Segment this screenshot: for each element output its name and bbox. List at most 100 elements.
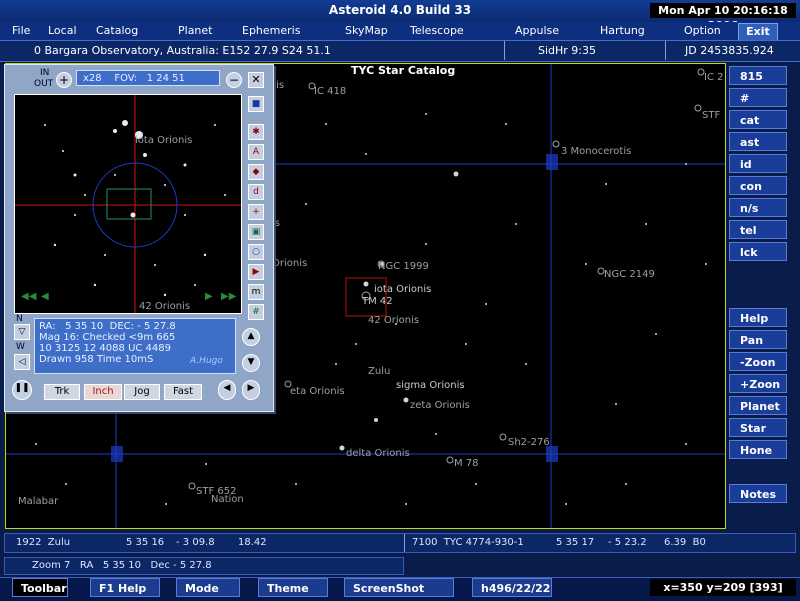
up-arrow-icon[interactable]: ▲: [242, 328, 260, 346]
play-tool-icon[interactable]: ▶: [248, 264, 264, 280]
star-label: iota Orionis: [374, 284, 432, 295]
menu-ephemeris[interactable]: Ephemeris: [242, 24, 300, 37]
grid-marker: [546, 446, 558, 462]
save-icon[interactable]: ■: [248, 96, 264, 112]
lock-button[interactable]: lck: [729, 242, 787, 261]
catalog-toggle-button[interactable]: cat: [729, 110, 787, 129]
menu-skymap[interactable]: SkyMap: [345, 24, 388, 37]
grid-marker: [111, 446, 123, 462]
right-arrow-icon[interactable]: ▶: [242, 380, 260, 400]
notes-button[interactable]: Notes: [729, 484, 787, 503]
north-label: N: [16, 314, 23, 324]
menu-hartung[interactable]: Hartung: [600, 24, 645, 37]
north-down-icon[interactable]: ▽: [14, 324, 30, 340]
north-south-button[interactable]: n/s: [729, 198, 787, 217]
menu-local[interactable]: Local: [48, 24, 77, 37]
help-f1-button[interactable]: F1 Help: [90, 578, 160, 597]
star-label: Orionis: [272, 258, 308, 269]
pan-button[interactable]: Pan: [729, 330, 787, 349]
id-toggle-button[interactable]: id: [729, 154, 787, 173]
magnitude-button[interactable]: 815: [729, 66, 787, 85]
ccd-frame: [106, 188, 152, 220]
camera-tool-icon[interactable]: ▣: [248, 224, 264, 240]
left-object-dec: - 3 09.8: [176, 537, 215, 548]
west-icon[interactable]: ◁: [14, 354, 30, 370]
fast-button[interactable]: Fast: [164, 384, 202, 400]
star-label: NGC 2149: [604, 269, 655, 280]
rewind-icon[interactable]: ◀◀: [21, 291, 36, 302]
star-button[interactable]: Star: [729, 418, 787, 437]
close-icon[interactable]: ✕: [248, 72, 264, 88]
menu-catalog[interactable]: Catalog: [96, 24, 138, 37]
inch-button[interactable]: Inch: [84, 384, 122, 400]
info-divider: [665, 41, 666, 60]
theme-button[interactable]: Theme: [258, 578, 328, 597]
grid-tool-icon[interactable]: #: [248, 304, 264, 320]
star-label: sigma Orionis: [396, 380, 465, 391]
left-object-name: 1922 Zulu: [16, 537, 71, 548]
tool-icon[interactable]: ✱: [248, 124, 264, 140]
star-label: Zulu: [368, 366, 391, 377]
toolbar-button[interactable]: Toolbar: [12, 578, 68, 597]
star-label: 42 Orionis: [368, 315, 420, 326]
constellation-toggle-button[interactable]: con: [729, 176, 787, 195]
help-button[interactable]: Help: [729, 308, 787, 327]
fast-forward-icon[interactable]: ▶▶: [221, 291, 236, 302]
screenshot-button[interactable]: ScreenShot: [344, 578, 454, 597]
status-divider: [404, 534, 405, 552]
menu-telescope[interactable]: Telescope: [410, 24, 464, 37]
step-forward-icon[interactable]: ▶: [205, 291, 213, 302]
cursor-coordinates: x=350 y=209 [393]: [650, 579, 796, 596]
menu-option[interactable]: Option: [684, 24, 721, 37]
fov-display: x28 FOV: 1 24 51: [76, 70, 220, 86]
zoom-out-button[interactable]: -Zoon: [729, 352, 787, 371]
star-label: zeta Orionis: [410, 400, 470, 411]
detail-tool-icon[interactable]: d: [248, 184, 264, 200]
menu-appulse[interactable]: Appulse: [515, 24, 559, 37]
menu-planet[interactable]: Planet: [178, 24, 212, 37]
pause-icon[interactable]: ❚❚: [12, 380, 32, 400]
zoom-plus-button[interactable]: +: [56, 72, 72, 88]
asteroid-toggle-button[interactable]: ast: [729, 132, 787, 151]
star-label: STF: [702, 110, 721, 121]
telescope-toggle-button[interactable]: tel: [729, 220, 787, 239]
catalog-title: TYC Star Catalog: [351, 64, 456, 77]
marker-tool-icon[interactable]: ◆: [248, 164, 264, 180]
star-label: TM 42: [362, 296, 393, 307]
zoom-minus-button[interactable]: −: [226, 72, 242, 88]
sidereal-hour: SidHr 9:35: [538, 44, 597, 57]
star-label: Sh2-276: [508, 437, 550, 448]
left-arrow-icon[interactable]: ◀: [218, 380, 236, 400]
exit-button[interactable]: Exit: [738, 23, 778, 41]
grid-marker: [546, 154, 558, 170]
mode-button[interactable]: Mode: [176, 578, 240, 597]
star-label: IC 2: [704, 72, 724, 83]
right-object-mag: 6.39 B0: [664, 537, 706, 548]
jog-button[interactable]: Jog: [124, 384, 160, 400]
menu-file[interactable]: File: [12, 24, 30, 37]
star-label: M 78: [454, 458, 479, 469]
julian-date: JD 2453835.924: [685, 44, 774, 57]
mode-tool-icon[interactable]: m: [248, 284, 264, 300]
track-button[interactable]: Trk: [44, 384, 80, 400]
observatory-location: 0 Bargara Observatory, Australia: E152 2…: [34, 44, 331, 57]
finder-star-label: iota Orionis: [135, 135, 193, 146]
number-toggle-button[interactable]: #: [729, 88, 787, 107]
finder-star-label: 42 Orionis: [139, 301, 191, 312]
down-arrow-icon[interactable]: ▼: [242, 354, 260, 372]
circle-tool-icon[interactable]: ○: [248, 244, 264, 260]
crosshair-tool-icon[interactable]: +: [248, 204, 264, 220]
right-object-ra: 5 35 17: [556, 537, 595, 548]
right-object-name: 7100 TYC 4774-930-1: [412, 537, 524, 548]
star-label: NGC 1999: [378, 261, 429, 272]
home-button[interactable]: Hone: [729, 440, 787, 459]
planet-button[interactable]: Planet: [729, 396, 787, 415]
zoom-in-button[interactable]: +Zoon: [729, 374, 787, 393]
left-object-ra: 5 35 16: [126, 537, 165, 548]
clock: Mon Apr 10 20:16:18 2006: [650, 3, 796, 32]
step-back-icon[interactable]: ◀: [41, 291, 49, 302]
star-label: Nation: [211, 494, 244, 505]
info-divider: [504, 41, 505, 60]
finder-view[interactable]: iota Orionis 42 Orionis ◀◀ ◀ ▶ ▶▶: [14, 94, 242, 314]
asteroid-tool-icon[interactable]: A: [248, 144, 264, 160]
